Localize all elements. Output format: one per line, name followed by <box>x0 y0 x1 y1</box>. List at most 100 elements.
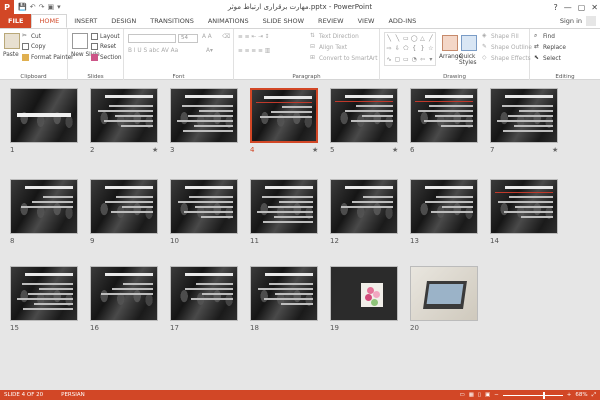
slideshow-start-icon[interactable]: ▣ <box>47 3 54 11</box>
slide-thumbnail[interactable] <box>10 266 78 321</box>
text-direction-button[interactable]: ⇅ Text Direction <box>310 33 359 40</box>
tab-design[interactable]: DESIGN <box>104 14 143 28</box>
slide-thumbnail[interactable] <box>410 88 478 143</box>
shape-brace-icon[interactable]: } <box>418 44 426 55</box>
cut-button[interactable]: ✂ Cut <box>22 33 41 40</box>
align-text-button[interactable]: ⊟ Align Text <box>310 44 347 51</box>
slide-transition-star-icon[interactable]: ★ <box>152 146 158 154</box>
tab-animations[interactable]: ANIMATIONS <box>201 14 256 28</box>
font-name-field[interactable] <box>128 34 176 43</box>
shape-line-icon[interactable]: ╲ <box>393 33 401 44</box>
quick-styles-icon[interactable] <box>461 35 477 51</box>
slide-thumbnail[interactable] <box>410 266 478 321</box>
shape-rect-icon[interactable]: ▭ <box>402 54 410 65</box>
fit-to-window-icon[interactable]: ⤢ <box>592 392 596 399</box>
zoom-level[interactable]: 68% <box>575 392 587 398</box>
slide-thumbnail[interactable] <box>90 266 158 321</box>
tab-view[interactable]: VIEW <box>351 14 382 28</box>
language-indicator[interactable]: PERSIAN <box>61 392 85 398</box>
close-button[interactable]: ✕ <box>591 3 598 12</box>
list-buttons[interactable]: ≡ ≡ ⇤ ⇥ ↕ <box>238 34 270 40</box>
shape-effects-button[interactable]: ◇ Shape Effects <box>482 55 531 62</box>
shape-outline-button[interactable]: ✎ Shape Outline <box>482 44 532 51</box>
slide-thumbnail[interactable] <box>170 88 238 143</box>
slide-thumbnail[interactable] <box>330 88 398 143</box>
slideshow-view-icon[interactable]: ▣ <box>485 392 490 398</box>
normal-view-icon[interactable]: ▭ <box>460 392 465 398</box>
shape-brace-icon[interactable]: { <box>410 44 418 55</box>
save-icon[interactable]: 💾 <box>18 3 27 11</box>
new-slide-icon[interactable] <box>72 33 88 49</box>
align-buttons[interactable]: ≡ ≡ ≡ ≡ ▥ <box>238 48 270 54</box>
shape-triangle-icon[interactable]: △ <box>418 33 426 44</box>
arrange-icon[interactable] <box>442 35 458 51</box>
paste-icon[interactable] <box>4 33 20 49</box>
slide-thumbnail[interactable] <box>90 179 158 234</box>
clear-format-icon[interactable]: ⌫ <box>222 34 230 40</box>
format-painter-button[interactable]: Format Painter <box>22 54 74 61</box>
slide-thumbnail[interactable] <box>250 88 318 143</box>
slide-thumbnail[interactable] <box>10 88 78 143</box>
shape-oval-icon[interactable]: ◯ <box>410 33 418 44</box>
slide-transition-star-icon[interactable]: ★ <box>312 146 318 154</box>
slide-thumbnail[interactable] <box>10 179 78 234</box>
reading-view-icon[interactable]: ▯ <box>478 392 481 398</box>
slide-thumbnail[interactable] <box>170 266 238 321</box>
slide-transition-star-icon[interactable]: ★ <box>552 146 558 154</box>
shape-arrow-icon[interactable]: ⇩ <box>393 44 401 55</box>
maximize-button[interactable]: ▢ <box>578 3 586 12</box>
slide-thumbnail[interactable] <box>490 88 558 143</box>
zoom-slider[interactable] <box>502 391 563 399</box>
section-button[interactable]: Section <box>91 54 122 61</box>
font-style-buttons[interactable]: B I U S abc AV Aa <box>128 48 178 54</box>
reset-button[interactable]: Reset <box>91 43 116 50</box>
font-size-field[interactable]: 54 <box>178 34 198 43</box>
font-color-icon[interactable]: A▾ <box>206 48 213 54</box>
tab-file[interactable]: FILE <box>0 14 32 28</box>
tab-review[interactable]: REVIEW <box>311 14 351 28</box>
replace-button[interactable]: ⇄ Replace <box>534 44 566 51</box>
copy-button[interactable]: Copy <box>22 43 46 50</box>
shape-fill-button[interactable]: ◈ Shape Fill <box>482 33 519 40</box>
layout-button[interactable]: Layout <box>91 33 120 40</box>
grow-font-icon[interactable]: A A <box>202 34 212 40</box>
tab-slide-show[interactable]: SLIDE SHOW <box>256 14 311 28</box>
tab-insert[interactable]: INSERT <box>67 14 104 28</box>
shape-arrow-icon[interactable]: ⇦ <box>418 54 426 65</box>
customize-qat-icon[interactable]: ▾ <box>57 3 61 11</box>
tab-transitions[interactable]: TRANSITIONS <box>143 14 201 28</box>
shape-star-icon[interactable]: ☆ <box>427 44 435 55</box>
shape-curve-icon[interactable]: ∿ <box>385 54 393 65</box>
tab-home[interactable]: HOME <box>31 14 68 28</box>
slide-thumbnail[interactable] <box>90 88 158 143</box>
help-button[interactable]: ? <box>553 3 557 12</box>
zoom-in-icon[interactable]: + <box>567 392 572 398</box>
shape-line-icon[interactable]: ╱ <box>427 33 435 44</box>
redo-icon[interactable]: ↷ <box>39 3 45 11</box>
tab-add-ins[interactable]: ADD-INS <box>381 14 423 28</box>
shape-pentagon-icon[interactable]: ⬠ <box>402 44 410 55</box>
paste-button[interactable]: Paste <box>3 52 19 58</box>
shape-rect-icon[interactable]: ▭ <box>402 33 410 44</box>
shape-line-icon[interactable]: ╲ <box>385 33 393 44</box>
ribbon-display-options-icon[interactable] <box>586 16 596 26</box>
slide-thumbnail[interactable] <box>250 266 318 321</box>
zoom-slider-thumb[interactable] <box>542 391 545 399</box>
slide-thumbnail[interactable] <box>330 266 398 321</box>
slide-thumbnail[interactable] <box>410 179 478 234</box>
sign-in-link[interactable]: Sign in <box>560 17 582 25</box>
slide-thumbnail[interactable] <box>490 179 558 234</box>
shape-arrow-icon[interactable]: ⇨ <box>385 44 393 55</box>
select-button[interactable]: ⬉ Select <box>534 55 561 62</box>
more-shapes-icon[interactable]: ▾ <box>427 54 435 65</box>
find-button[interactable]: ⌕ Find <box>534 33 555 40</box>
undo-icon[interactable]: ↶ <box>30 3 36 11</box>
minimize-button[interactable]: — <box>564 3 572 12</box>
slide-thumbnail[interactable] <box>170 179 238 234</box>
shape-callout-icon[interactable]: ◔ <box>410 54 418 65</box>
slide-thumbnail[interactable] <box>250 179 318 234</box>
slide-sorter-view-icon[interactable]: ▦ <box>469 392 474 398</box>
convert-smartart-button[interactable]: ⊞ Convert to SmartArt <box>310 55 378 62</box>
zoom-out-icon[interactable]: − <box>494 392 499 398</box>
quick-styles-button[interactable]: Quick Styles <box>459 54 479 66</box>
